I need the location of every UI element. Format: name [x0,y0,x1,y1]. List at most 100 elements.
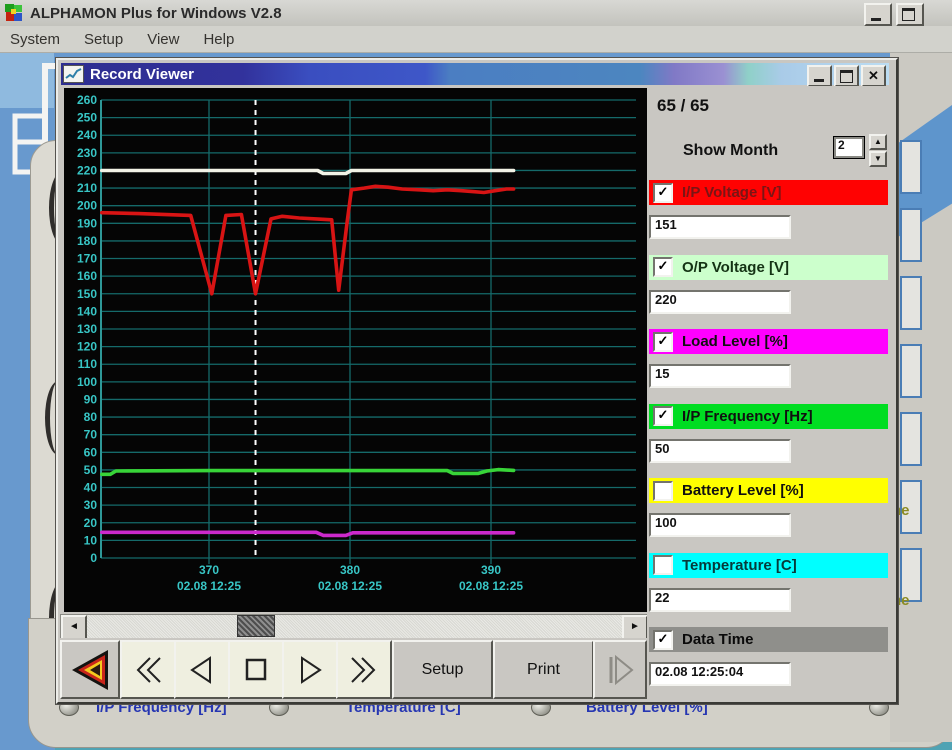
spin-down-icon: ▼ [874,154,882,163]
chart-svg[interactable]: 0102030405060708090100110120130140150160… [64,88,647,612]
dialog-maximize-button[interactable] [834,65,859,87]
step-back-button[interactable] [174,640,230,699]
play-forward-icon [295,655,325,685]
svg-text:200: 200 [77,199,97,213]
show-month-up-button[interactable]: ▲ [869,134,887,150]
svg-text:02.08 12:25: 02.08 12:25 [459,579,523,593]
dialog-minimize-button[interactable] [807,65,832,87]
series-value-input[interactable]: 02.08 12:25:04 [649,662,791,686]
play-bar-icon [603,653,637,687]
menu-item-help[interactable]: Help [203,31,234,48]
series-row: ✓I/P Voltage [V]151 [649,180,890,205]
svg-text:140: 140 [77,304,97,318]
playback-toolbar: Setup Print [60,638,647,699]
scrollbar-thumb[interactable] [237,615,275,637]
series-label: Data Time [682,631,753,648]
series-checkbox[interactable]: ✓ [653,630,673,650]
skip-back-icon [131,655,165,685]
svg-text:390: 390 [481,563,501,577]
series-row: ✓O/P Voltage [V]220 [649,255,890,280]
skip-to-start-button[interactable] [120,640,176,699]
svg-text:10: 10 [84,533,98,547]
app-menubar: System Setup View Help [0,26,952,53]
series-checkbox[interactable]: ✓ [653,332,673,352]
series-label: I/P Voltage [V] [682,184,781,201]
maximize-icon [840,70,853,83]
series-checkbox[interactable] [653,481,673,501]
minimize-icon [871,18,881,21]
series-label-bar: ✓ Load Level [%] [649,329,888,354]
stop-button[interactable] [228,640,284,699]
record-viewer-dialog: Record Viewer ✕ 010203040506070809010011… [56,58,898,704]
logo-rewind-button[interactable] [60,640,120,699]
series-value-input[interactable]: 15 [649,364,791,388]
svg-text:370: 370 [199,563,219,577]
series-label-bar: ✓ Data Time [649,627,888,652]
app-minimize-button[interactable] [864,3,892,26]
series-label-bar: ✓ I/P Voltage [V] [649,180,888,205]
series-label: Load Level [%] [682,333,788,350]
series-value-input[interactable]: 151 [649,215,791,239]
svg-text:70: 70 [84,428,98,442]
dialog-close-button[interactable]: ✕ [861,65,886,87]
svg-text:260: 260 [77,93,97,107]
show-month-down-button[interactable]: ▼ [869,151,887,167]
series-value-input[interactable]: 50 [649,439,791,463]
series-label: I/P Frequency [Hz] [682,408,813,425]
background-meter-bar [900,140,922,194]
series-value-input[interactable]: 220 [649,290,791,314]
scroll-left-icon: ◄ [69,621,79,632]
minimize-icon [814,79,824,82]
app-maximize-button[interactable] [896,3,924,26]
play-to-end-button[interactable] [593,640,647,699]
background-meter-bar [900,276,922,330]
chart-dialog-icon [63,65,84,83]
svg-text:20: 20 [84,516,98,530]
print-button-label: Print [527,661,560,679]
svg-text:0: 0 [90,551,97,565]
svg-text:40: 40 [84,481,98,495]
series-row: Temperature [C]22 [649,553,890,578]
skip-to-end-button[interactable] [336,640,392,699]
svg-text:80: 80 [84,410,98,424]
svg-text:150: 150 [77,287,97,301]
svg-text:190: 190 [77,216,97,230]
series-label: O/P Voltage [V] [682,259,789,276]
print-button[interactable]: Print [493,640,594,699]
series-line-o-p-voltage-v- [102,171,514,174]
svg-text:110: 110 [78,357,98,371]
chart-horizontal-scrollbar[interactable]: ◄ ► [60,614,649,640]
svg-text:90: 90 [84,392,98,406]
series-checkbox[interactable]: ✓ [653,406,673,426]
series-label: Battery Level [%] [682,482,804,499]
series-label-bar: ✓ I/P Frequency [Hz] [649,404,888,429]
scrollbar-track[interactable] [87,615,622,639]
series-checkbox[interactable]: ✓ [653,183,673,203]
setup-button[interactable]: Setup [392,640,493,699]
setup-button-label: Setup [422,661,464,679]
series-label-bar: Battery Level [%] [649,478,888,503]
step-forward-button[interactable] [282,640,338,699]
spin-up-icon: ▲ [874,137,882,146]
svg-text:210: 210 [77,181,97,195]
series-value-input[interactable]: 100 [649,513,791,537]
svg-text:50: 50 [84,463,98,477]
menu-item-system[interactable]: System [10,31,60,48]
series-row: ✓I/P Frequency [Hz]50 [649,404,890,429]
svg-text:240: 240 [77,128,97,142]
show-month-input[interactable]: 2 [833,136,865,159]
series-label-bar: ✓ O/P Voltage [V] [649,255,888,280]
series-value-input[interactable]: 22 [649,588,791,612]
background-meter-bar [900,344,922,398]
series-row: ✓Data Time02.08 12:25:04 [649,627,890,652]
dialog-titlebar[interactable]: Record Viewer ✕ [61,63,889,85]
menu-item-setup[interactable]: Setup [84,31,123,48]
menu-item-view[interactable]: View [147,31,179,48]
maximize-icon [902,8,915,21]
skip-forward-icon [347,655,381,685]
series-checkbox[interactable] [653,555,673,575]
series-checkbox[interactable]: ✓ [653,257,673,277]
series-line-i-p-voltage-v- [102,186,514,293]
chart-area[interactable]: 0102030405060708090100110120130140150160… [64,88,647,612]
series-label-bar: Temperature [C] [649,553,888,578]
